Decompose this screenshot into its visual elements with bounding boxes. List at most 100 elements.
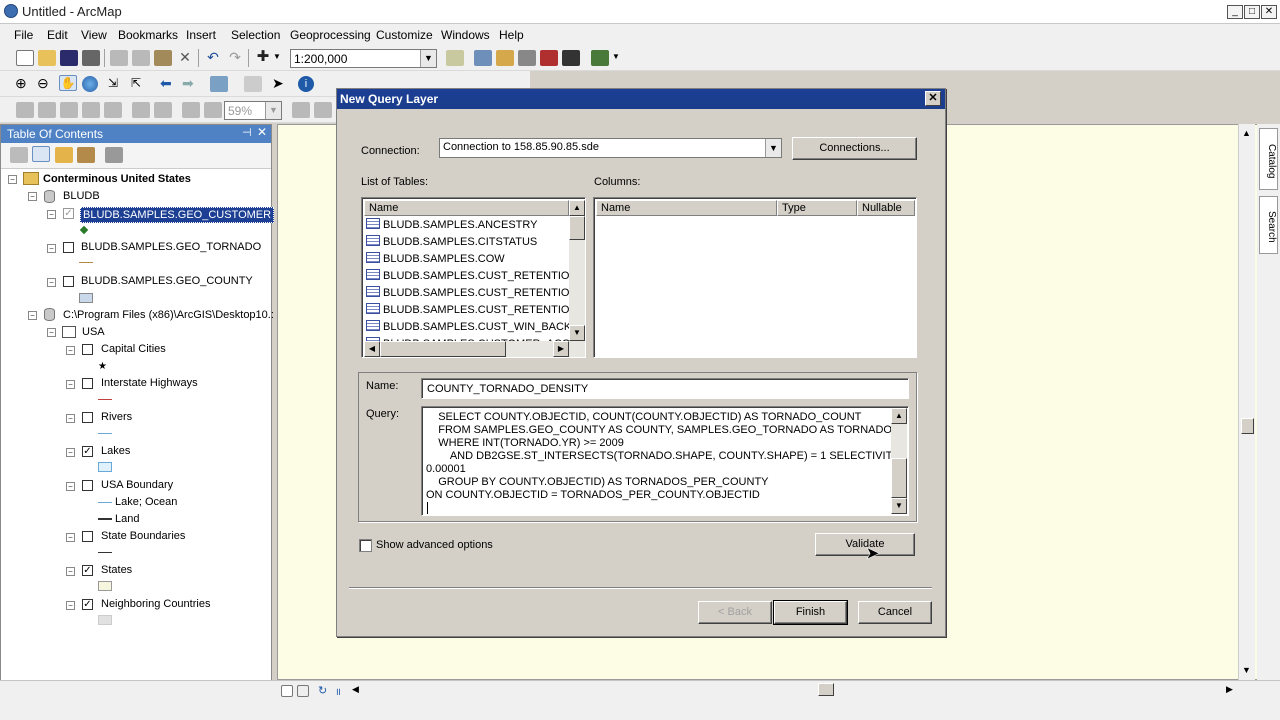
menu-insert[interactable]: Insert	[186, 28, 216, 42]
layout-zoom-combo[interactable]: 59% ▼	[224, 101, 282, 120]
group-program-files[interactable]: C:\Program Files (x86)\ArcGIS\Desktop10.…	[63, 309, 274, 321]
full-extent-icon[interactable]	[82, 76, 98, 92]
collapse-icon[interactable]: −	[28, 192, 37, 201]
layer-rivers[interactable]: Rivers	[101, 411, 132, 423]
dataframe-label[interactable]: Conterminous United States	[43, 173, 191, 185]
cut-icon[interactable]	[110, 50, 128, 66]
layer-geo-tornado[interactable]: BLUDB.SAMPLES.GEO_TORNADO	[81, 241, 261, 253]
catalog-dock-tab[interactable]: Catalog	[1259, 128, 1278, 190]
add-data-icon[interactable]: ✚	[254, 49, 272, 66]
menu-view[interactable]: View	[81, 28, 107, 42]
collapse-icon[interactable]: −	[66, 380, 75, 389]
collapse-icon[interactable]: −	[66, 567, 75, 576]
tables-list[interactable]: Name BLUDB.SAMPLES.ANCESTRY BLUDB.SAMPLE…	[361, 197, 586, 358]
list-item[interactable]: BLUDB.SAMPLES.CUST_RETENTION_D	[366, 269, 585, 282]
layout-pan-icon[interactable]	[60, 102, 78, 118]
refresh-icon[interactable]: ↻	[318, 684, 330, 697]
list-by-visibility-icon[interactable]	[55, 147, 73, 163]
tables-vertical-scrollbar[interactable]: ▲ ▼	[569, 200, 585, 341]
collapse-icon[interactable]: −	[66, 601, 75, 610]
menu-windows[interactable]: Windows	[441, 28, 490, 42]
collapse-icon[interactable]: −	[47, 278, 56, 287]
zoom-whole-page-icon[interactable]	[82, 102, 100, 118]
pin-icon[interactable]: ⊣	[242, 126, 252, 139]
catalog-window-icon[interactable]	[496, 50, 514, 66]
redo-icon[interactable]: ↷	[226, 50, 244, 66]
show-advanced-label[interactable]: Show advanced options	[376, 539, 493, 551]
layout-forward-icon[interactable]	[204, 102, 222, 118]
forward-extent-icon[interactable]: ➡	[182, 76, 200, 92]
columns-list[interactable]: Name Type Nullable	[593, 197, 917, 358]
layer-checkbox-states[interactable]: ✓	[82, 565, 93, 576]
layout-fixed-zoom-in-icon[interactable]	[132, 102, 150, 118]
map-horizontal-scrollbar[interactable]: ◀ ▶	[350, 682, 1240, 698]
list-item[interactable]: BLUDB.SAMPLES.CITSTATUS	[366, 235, 537, 248]
open-folder-icon[interactable]	[38, 50, 56, 66]
layer-checkbox-geo-tornado[interactable]	[63, 242, 74, 253]
collapse-icon[interactable]: −	[66, 346, 75, 355]
toggle-draft-mode-icon[interactable]	[292, 102, 310, 118]
scroll-right-icon[interactable]: ▶	[1226, 684, 1233, 695]
collapse-icon[interactable]: −	[8, 175, 17, 184]
undo-icon[interactable]: ↶	[204, 50, 222, 66]
list-item[interactable]: BLUDB.SAMPLES.COW	[366, 252, 505, 265]
scroll-down-icon[interactable]: ▼	[569, 325, 585, 341]
menu-edit[interactable]: Edit	[47, 28, 68, 42]
layer-geo-county[interactable]: BLUDB.SAMPLES.GEO_COUNTY	[81, 275, 253, 287]
query-vertical-scrollbar[interactable]: ▲ ▼	[891, 408, 907, 514]
scroll-up-icon[interactable]: ▲	[1242, 128, 1251, 138]
menu-file[interactable]: File	[14, 28, 33, 42]
toc-close-icon[interactable]: ✕	[257, 125, 267, 139]
maximize-icon[interactable]: □	[1244, 5, 1260, 19]
identify-icon[interactable]: i	[298, 76, 314, 92]
list-by-selection-icon[interactable]	[77, 147, 95, 163]
layer-state-boundaries[interactable]: State Boundaries	[101, 530, 185, 542]
back-extent-icon[interactable]: ⬅	[160, 76, 178, 92]
tables-horizontal-scrollbar[interactable]: ◀ ▶	[364, 341, 585, 357]
cancel-button[interactable]: Cancel	[858, 601, 932, 624]
dialog-title-bar[interactable]: New Query Layer ✕	[337, 89, 945, 109]
print-icon[interactable]	[82, 50, 100, 66]
add-data-dropdown-icon[interactable]: ▼	[273, 50, 283, 66]
scroll-left-icon[interactable]: ◀	[364, 341, 380, 357]
delete-icon[interactable]: ✕	[176, 50, 194, 66]
layer-lakes[interactable]: Lakes	[101, 445, 130, 457]
collapse-icon[interactable]: −	[47, 244, 56, 253]
name-input[interactable]: COUNTY_TORNADO_DENSITY	[421, 378, 909, 399]
pan-icon[interactable]: ✋	[59, 75, 77, 91]
save-icon[interactable]	[60, 50, 78, 66]
collapse-icon[interactable]: −	[66, 482, 75, 491]
list-item[interactable]: BLUDB.SAMPLES.ANCESTRY	[366, 218, 537, 231]
scroll-down-icon[interactable]: ▼	[891, 498, 907, 514]
scroll-up-icon[interactable]: ▲	[891, 408, 907, 424]
menu-bookmarks[interactable]: Bookmarks	[118, 28, 178, 42]
chevron-down-icon[interactable]: ▼	[765, 139, 781, 157]
search-dock-tab[interactable]: Search	[1259, 196, 1278, 254]
scroll-thumb[interactable]	[1241, 418, 1254, 434]
fixed-zoom-out-icon[interactable]: ⇱	[131, 76, 149, 92]
layer-checkbox-capital-cities[interactable]	[82, 344, 93, 355]
scroll-up-icon[interactable]: ▲	[569, 200, 585, 216]
dialog-close-icon[interactable]: ✕	[925, 91, 941, 106]
connection-dropdown[interactable]: Connection to 158.85.90.85.sde ▼	[439, 138, 782, 158]
toolbar-options-icon[interactable]: ▼	[612, 52, 620, 68]
data-view-icon[interactable]	[281, 685, 293, 697]
list-item[interactable]: BLUDB.SAMPLES.CUST_WIN_BACK	[366, 320, 571, 333]
layout-zoom-in-icon[interactable]	[16, 102, 34, 118]
scroll-thumb[interactable]	[891, 458, 907, 498]
menu-selection[interactable]: Selection	[231, 28, 280, 42]
close-icon[interactable]: ✕	[1261, 5, 1277, 19]
python-window-icon[interactable]	[562, 50, 580, 66]
scroll-thumb[interactable]	[380, 341, 506, 357]
columns-name-header[interactable]: Name	[596, 200, 777, 216]
layer-checkbox-usa-boundary[interactable]	[82, 480, 93, 491]
select-elements-icon[interactable]: ➤	[272, 76, 290, 92]
paste-icon[interactable]	[154, 50, 172, 66]
layer-checkbox-state-boundaries[interactable]	[82, 531, 93, 542]
scroll-left-icon[interactable]: ◀	[352, 684, 359, 695]
layer-interstate-highways[interactable]: Interstate Highways	[101, 377, 198, 389]
collapse-icon[interactable]: −	[66, 414, 75, 423]
fixed-zoom-in-icon[interactable]: ⇲	[108, 76, 126, 92]
model-builder-icon[interactable]	[591, 50, 609, 66]
layer-neighboring-countries[interactable]: Neighboring Countries	[101, 598, 210, 610]
